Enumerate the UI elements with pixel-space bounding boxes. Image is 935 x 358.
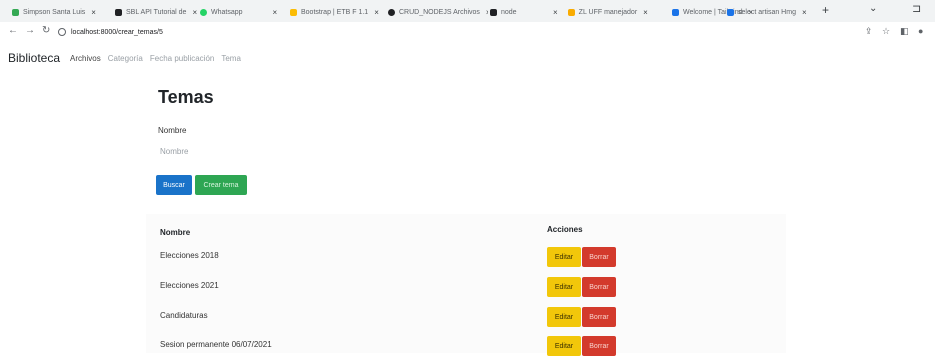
tab-title: Simpson Santa Luis [23, 8, 86, 16]
create-topic-button[interactable]: Crear tema [195, 175, 247, 195]
tab-favicon-icon [727, 8, 734, 16]
topic-name-cell: Candidaturas [160, 311, 208, 320]
close-tab-icon[interactable]: × [91, 8, 96, 17]
edit-button[interactable]: Editar [547, 277, 581, 297]
search-button[interactable]: Buscar [156, 175, 192, 195]
close-tab-icon[interactable]: × [802, 8, 807, 17]
app-navbar: Biblioteca Archivos Categoría Fecha publ… [0, 48, 248, 68]
close-tab-icon[interactable]: × [643, 8, 648, 17]
tab-title: ZL UFF manejador [578, 8, 638, 16]
table-row: Sesion permanente 06/07/2021 Editar Borr… [146, 332, 786, 358]
tab-title: select artisan Hmg [738, 8, 796, 16]
browser-tab[interactable]: CRUD_NODEJS Archivos × [388, 4, 488, 20]
tab-search-chevron-icon[interactable]: ⌄ [869, 3, 877, 14]
tab-title: SBL API Tutorial de [126, 8, 187, 16]
browser-tab[interactable]: SBL API Tutorial de × [115, 4, 197, 20]
topic-name-cell: Elecciones 2021 [160, 281, 219, 290]
tab-favicon-icon [388, 8, 395, 16]
table-row: Elecciones 2018 Editar Borrar [146, 243, 786, 269]
name-field-label: Nombre [158, 126, 187, 135]
page-title: Temas [158, 87, 214, 107]
tab-title: Bootstrap | ETB F 1.1 [301, 8, 369, 16]
table-row: Elecciones 2021 Editar Borrar [146, 273, 786, 299]
share-icon[interactable]: ⇪ [865, 26, 873, 37]
edit-button[interactable]: Editar [547, 336, 581, 356]
delete-button[interactable]: Borrar [582, 307, 616, 327]
address-bar: ← → ↻ localhost:8000/crear_temas/5 ⇪ ☆ ◧… [0, 22, 935, 42]
column-header-actions: Acciones [547, 225, 583, 234]
reload-icon[interactable]: ↻ [42, 25, 50, 36]
browser-tab[interactable]: select artisan Hmg × [727, 4, 817, 20]
browser-tab-strip: Simpson Santa Luis × SBL API Tutorial de… [0, 0, 935, 22]
browser-tab[interactable]: Whatsapp × [200, 4, 285, 20]
close-tab-icon[interactable]: × [553, 8, 558, 17]
tab-title: CRUD_NODEJS Archivos [399, 8, 480, 16]
brand-logo-text[interactable]: Biblioteca [8, 51, 60, 65]
topics-table: Nombre Acciones Elecciones 2018 Editar B… [146, 214, 786, 356]
delete-button[interactable]: Borrar [582, 277, 616, 297]
close-tab-icon[interactable]: × [486, 8, 488, 17]
topic-name-cell: Elecciones 2018 [160, 251, 219, 260]
window-control-icon[interactable]: ⊐ [912, 2, 921, 15]
nav-link-fecha-publicacion[interactable]: Fecha publicación [150, 54, 214, 63]
topic-name-cell: Sesion permanente 06/07/2021 [160, 340, 272, 349]
back-arrow-icon[interactable]: ← [8, 25, 18, 36]
sidepanel-icon[interactable]: ◧ [900, 26, 909, 37]
browser-tab[interactable]: Simpson Santa Luis × [12, 4, 112, 20]
tab-favicon-icon [290, 8, 297, 16]
tab-favicon-icon [12, 8, 19, 16]
tab-favicon-icon [672, 8, 679, 16]
nav-link-tema[interactable]: Tema [221, 54, 241, 63]
tab-favicon-icon [115, 8, 122, 16]
edit-button[interactable]: Editar [547, 247, 581, 267]
url-field[interactable]: localhost:8000/crear_temas/5 [58, 25, 848, 39]
close-tab-icon[interactable]: × [374, 8, 379, 17]
tab-title: node [501, 8, 517, 16]
tab-favicon-icon [490, 8, 497, 16]
browser-tab[interactable]: node [490, 4, 550, 20]
new-tab-plus-icon[interactable]: + [822, 3, 829, 17]
browser-tab[interactable]: Bootstrap | ETB F 1.1 × [290, 4, 385, 20]
tab-title: Whatsapp [211, 8, 243, 16]
profile-icon[interactable]: ● [918, 26, 923, 36]
tab-favicon-icon [200, 8, 207, 16]
close-tab-icon[interactable]: × [273, 8, 278, 17]
nav-link-categoria[interactable]: Categoría [108, 54, 143, 63]
site-info-icon[interactable] [58, 28, 66, 36]
forward-arrow-icon[interactable]: → [25, 25, 35, 36]
bookmark-star-icon[interactable]: ☆ [882, 26, 890, 37]
column-header-name: Nombre [160, 228, 191, 237]
url-text: localhost:8000/crear_temas/5 [71, 28, 163, 36]
nav-link-archivos[interactable]: Archivos [70, 54, 101, 63]
name-search-input[interactable] [156, 141, 662, 161]
table-row: Candidaturas Editar Borrar [146, 303, 786, 329]
delete-button[interactable]: Borrar [582, 336, 616, 356]
close-tab-icon[interactable]: × [192, 8, 197, 17]
edit-button[interactable]: Editar [547, 307, 581, 327]
browser-tab[interactable]: × ZL UFF manejador × [553, 4, 663, 20]
tab-favicon-icon [567, 8, 575, 16]
delete-button[interactable]: Borrar [582, 247, 616, 267]
